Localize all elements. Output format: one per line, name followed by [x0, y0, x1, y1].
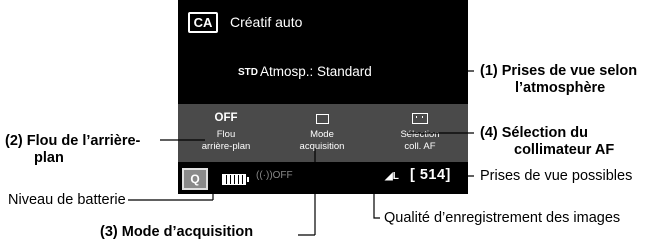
quick-control-button[interactable]: Q — [182, 168, 208, 190]
callout-4-line1: (4) Sélection du — [480, 125, 588, 141]
blur-value: OFF — [214, 112, 238, 124]
callout-2-line2: plan — [34, 150, 64, 166]
callout-4: (4) Sélection du collimateur AF — [480, 125, 614, 159]
battery-icon — [222, 174, 249, 185]
blur-label: Flou arrière-plan — [178, 129, 274, 153]
callout-quality: Qualité d’enregistrement des images — [384, 210, 621, 226]
wifi-off-icon: ((·))OFF — [256, 170, 293, 181]
ambience-setting[interactable]: STD Atmosp.: Standard — [238, 64, 372, 79]
af-label-line1: Sélection — [400, 129, 440, 140]
callout-1: (1) Prises de vue selon l’atmosphère — [480, 63, 637, 97]
callout-2-line1: (2) Flou de l’arrière- — [5, 133, 141, 149]
drive-label-line2: acquisition — [299, 141, 345, 152]
single-shot-icon — [274, 112, 370, 126]
status-row: Q ((·))OFF ◢L [ 514] — [178, 164, 468, 192]
blur-label-line1: Flou — [216, 129, 236, 140]
callout-battery: Niveau de batterie — [8, 192, 126, 208]
blur-label-line2: arrière-plan — [201, 141, 251, 152]
callout-1-line1: (1) Prises de vue selon — [480, 63, 638, 79]
shots-remaining: [ 514] — [410, 167, 451, 183]
af-area-setting[interactable]: Sélection coll. AF — [372, 104, 468, 162]
af-label: Sélection coll. AF — [372, 129, 468, 153]
callout-1-line2: l’atmosphère — [515, 80, 606, 96]
drive-mode-setting[interactable]: Mode acquisition — [274, 104, 370, 162]
callout-3: (3) Mode d’acquisition — [100, 224, 254, 240]
drive-label: Mode acquisition — [274, 129, 370, 153]
callout-2: (2) Flou de l’arrière- plan — [5, 133, 140, 167]
ambience-label: Atmosp.: Standard — [260, 64, 372, 79]
af-label-line2: coll. AF — [404, 141, 436, 152]
quick-settings-bar: OFF Flou arrière-plan Mode acquisition S… — [178, 104, 468, 162]
af-zone-icon — [372, 112, 468, 126]
camera-screen: CA Créatif auto STD Atmosp.: Standard OFF… — [178, 0, 468, 194]
std-icon: STD — [238, 66, 258, 78]
callout-4-line2: collimateur AF — [514, 142, 615, 158]
shooting-mode-badge[interactable]: CA — [188, 12, 218, 33]
background-blur-setting[interactable]: OFF Flou arrière-plan — [178, 104, 274, 162]
image-quality-icon[interactable]: ◢L — [385, 171, 399, 182]
shooting-mode-name: Créatif auto — [230, 14, 303, 30]
callout-shots: Prises de vue possibles — [480, 168, 633, 184]
drive-label-line1: Mode — [310, 129, 334, 140]
